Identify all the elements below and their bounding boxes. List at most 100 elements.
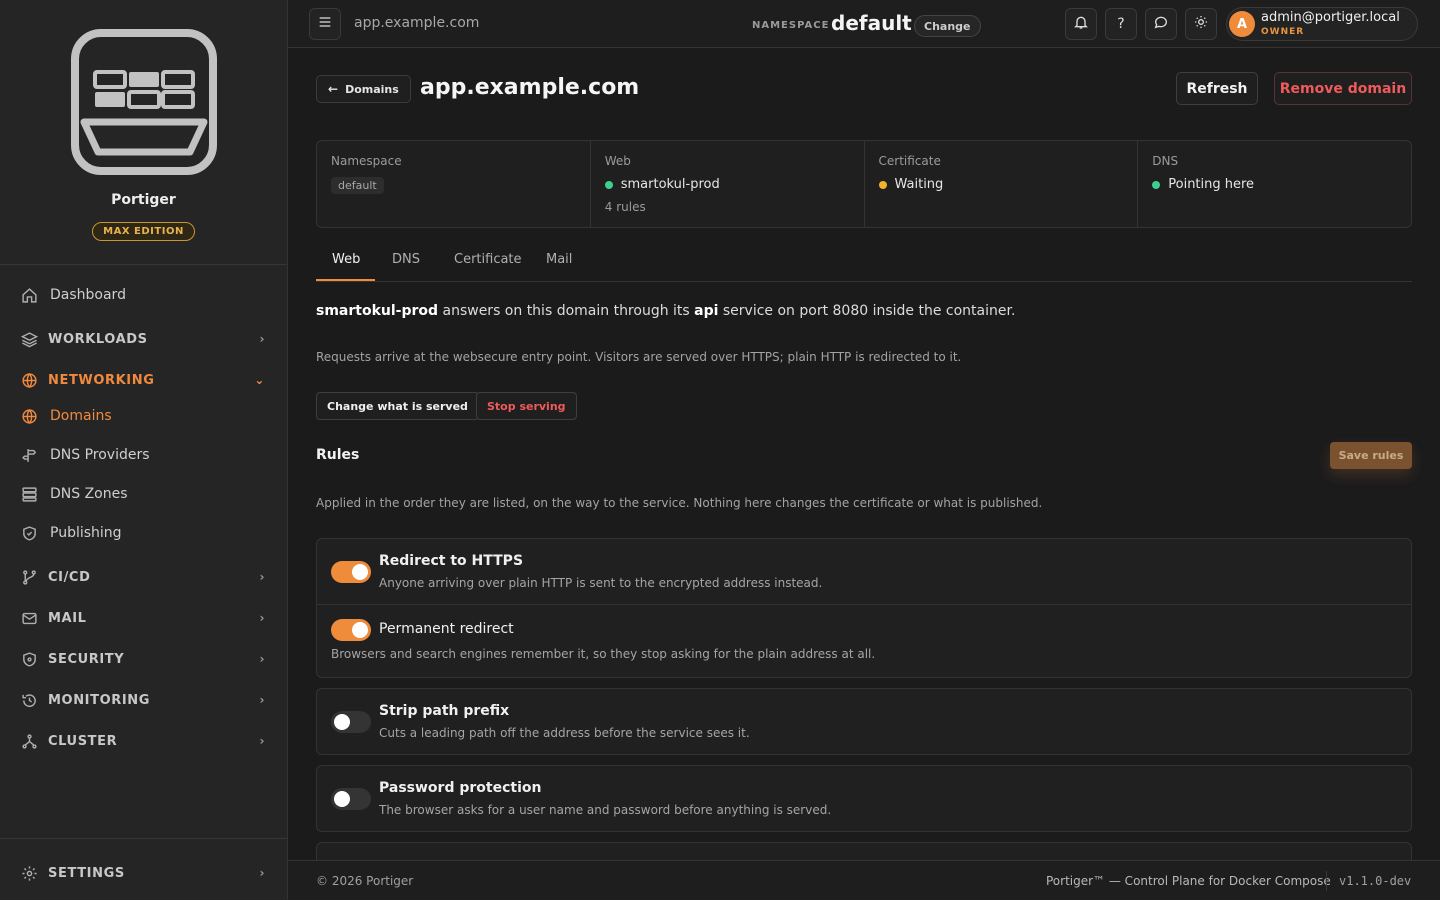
main-content: ← Domains app.example.com Refresh Remove… <box>288 48 1440 860</box>
summary-namespace: Namespace default <box>317 141 591 227</box>
portiger-logo-icon <box>70 29 217 175</box>
sidebar-item-publishing[interactable]: Publishing <box>0 515 287 551</box>
globe-icon <box>20 407 38 425</box>
summary-value-row: Waiting <box>878 177 1124 192</box>
edition-badge: MAX EDITION <box>92 222 195 241</box>
rule-row: Redirect to HTTPS Anyone arriving over p… <box>317 539 1411 605</box>
toggle-knob <box>352 622 368 638</box>
namespace-value: default <box>831 11 912 35</box>
sidebar-item-dns-zones[interactable]: DNS Zones <box>0 476 287 512</box>
rules-heading: Rules <box>316 447 360 463</box>
rule-description: Anyone arriving over plain HTTP is sent … <box>379 576 823 590</box>
shield-check-icon <box>20 524 38 542</box>
sidebar-group-label: SETTINGS <box>48 865 125 881</box>
user-role: OWNER <box>1261 27 1305 37</box>
summary-label: DNS <box>1152 154 1179 168</box>
chevron-right-icon: › <box>259 611 265 625</box>
refresh-button[interactable]: Refresh <box>1176 72 1258 105</box>
certificate-status: Waiting <box>894 177 944 192</box>
tab-mail[interactable]: Mail <box>546 252 572 267</box>
back-label: Domains <box>345 82 399 96</box>
sidebar-group-networking[interactable]: NETWORKING ⌄ <box>0 362 287 398</box>
help-button[interactable]: ? <box>1105 8 1137 40</box>
sidebar: Portiger MAX EDITION Dashboard WORKLOADS… <box>0 0 288 900</box>
brand-name: Portiger <box>111 192 176 208</box>
sidebar-group-label: NETWORKING <box>48 372 155 388</box>
user-menu[interactable]: A admin@portiger.local OWNER <box>1226 7 1418 41</box>
change-namespace-button[interactable]: Change <box>914 15 981 37</box>
status-dot <box>878 180 887 189</box>
web-summary-text: smartokul-prod answers on this domain th… <box>316 303 1015 319</box>
menu-button[interactable] <box>309 8 341 40</box>
remove-domain-button[interactable]: Remove domain <box>1274 72 1412 105</box>
redirect-https-toggle[interactable] <box>331 561 371 583</box>
sidebar-group-label: CLUSTER <box>48 733 118 749</box>
sidebar-group-cicd[interactable]: CI/CD › <box>0 559 287 595</box>
tab-certificate[interactable]: Certificate <box>454 252 522 267</box>
toggle-knob <box>352 564 368 580</box>
topbar: app.example.com NAMESPACE default Change… <box>288 0 1440 48</box>
hamburger-icon <box>317 14 333 34</box>
avatar: A <box>1229 11 1255 37</box>
rules-note: Applied in the order they are listed, on… <box>316 496 1043 510</box>
sidebar-group-cluster[interactable]: CLUSTER › <box>0 723 287 759</box>
rule-title: Password protection <box>379 780 542 796</box>
copyright: © 2026 Portiger <box>316 874 414 888</box>
rule-card-next <box>316 842 1412 860</box>
stop-serving-button[interactable]: Stop serving <box>476 392 577 420</box>
bell-icon <box>1073 14 1089 34</box>
sidebar-item-label: DNS Zones <box>50 486 128 502</box>
sidebar-group-monitoring[interactable]: MONITORING › <box>0 682 287 718</box>
web-project-link[interactable]: smartokul-prod <box>621 177 720 192</box>
sidebar-item-label: DNS Providers <box>50 447 150 463</box>
permanent-redirect-toggle[interactable] <box>331 619 371 641</box>
sidebar-group-settings[interactable]: SETTINGS › <box>0 855 287 891</box>
sidebar-item-dns-providers[interactable]: DNS Providers <box>0 437 287 473</box>
git-branch-icon <box>20 568 38 586</box>
notifications-button[interactable] <box>1065 8 1097 40</box>
rule-title: Permanent redirect <box>379 621 514 637</box>
current-host: app.example.com <box>354 15 480 31</box>
layers-icon <box>20 330 38 348</box>
user-email: admin@portiger.local <box>1261 10 1400 25</box>
footer: © 2026 Portiger Portiger™ — Control Plan… <box>288 860 1440 900</box>
gear-icon <box>20 864 38 882</box>
sidebar-group-label: SECURITY <box>48 651 125 667</box>
change-served-button[interactable]: Change what is served <box>316 392 479 420</box>
tab-dns[interactable]: DNS <box>392 252 420 267</box>
rule-description: The browser asks for a user name and pas… <box>379 803 832 817</box>
server-icon <box>20 485 38 503</box>
chevron-right-icon: › <box>259 734 265 748</box>
domain-summary-card: Namespace default Web smartokul-prod 4 r… <box>316 140 1412 228</box>
sidebar-group-workloads[interactable]: WORKLOADS › <box>0 321 287 357</box>
strip-prefix-toggle[interactable] <box>331 711 371 733</box>
summary-dns: DNS Pointing here <box>1138 141 1411 227</box>
sidebar-group-security[interactable]: SECURITY › <box>0 641 287 677</box>
password-protection-toggle[interactable] <box>331 788 371 810</box>
sidebar-item-dashboard[interactable]: Dashboard <box>0 277 287 313</box>
history-icon <box>20 691 38 709</box>
back-to-domains-button[interactable]: ← Domains <box>316 75 411 103</box>
project-name: smartokul-prod <box>316 303 439 319</box>
tab-web[interactable]: Web <box>332 252 360 267</box>
namespace-pill: default <box>331 177 384 194</box>
save-rules-button[interactable]: Save rules <box>1330 442 1412 469</box>
sidebar-group-label: MONITORING <box>48 692 151 708</box>
summary-label: Web <box>604 154 631 168</box>
sidebar-item-domains[interactable]: Domains <box>0 398 287 434</box>
summary-value-row: smartokul-prod <box>604 177 850 192</box>
theme-toggle-button[interactable] <box>1185 8 1217 40</box>
chat-button[interactable] <box>1145 8 1177 40</box>
home-icon <box>20 286 38 304</box>
toggle-knob <box>334 714 350 730</box>
active-tab-indicator <box>316 279 375 281</box>
rule-card-strip-prefix: Strip path prefix Cuts a leading path of… <box>316 688 1412 755</box>
chevron-right-icon: › <box>259 652 265 666</box>
signpost-icon <box>20 446 38 464</box>
question-mark-icon: ? <box>1117 16 1125 32</box>
sidebar-group-mail[interactable]: MAIL › <box>0 600 287 636</box>
sidebar-settings-section: SETTINGS › <box>0 838 287 900</box>
sidebar-group-label: CI/CD <box>48 569 91 585</box>
chevron-right-icon: › <box>259 866 265 880</box>
summary-label: Namespace <box>331 154 402 168</box>
